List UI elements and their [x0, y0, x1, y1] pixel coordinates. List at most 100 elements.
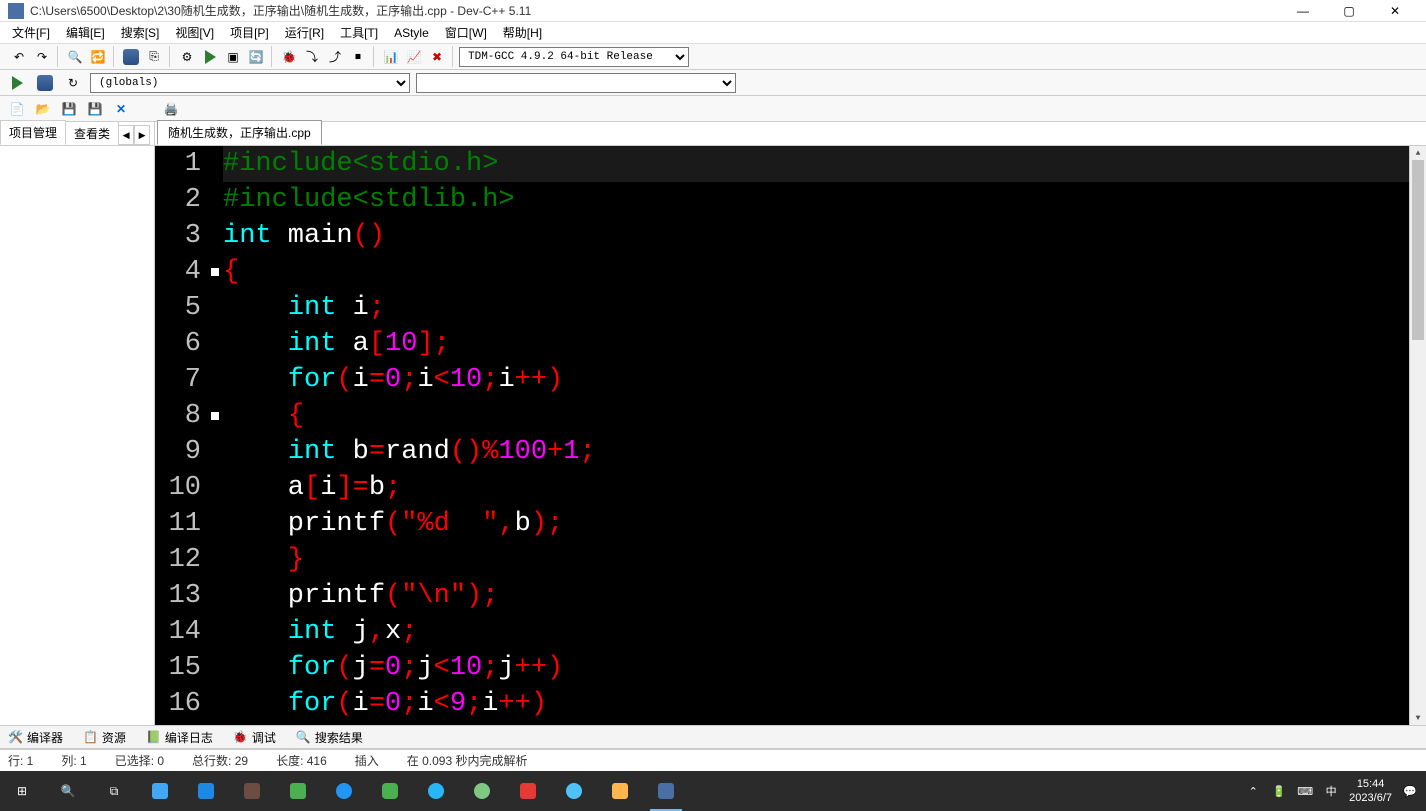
- bottom-tab-0[interactable]: 🛠️编译器: [4, 727, 67, 748]
- stop-debug-button[interactable]: ⏹: [347, 47, 369, 67]
- maximize-button[interactable]: ▢: [1326, 0, 1372, 22]
- minimize-button[interactable]: —: [1280, 0, 1326, 22]
- task-view-button[interactable]: ⧉: [92, 771, 136, 811]
- bottom-tab-icon: 🐞: [233, 730, 248, 744]
- bottom-tab-1[interactable]: 📋资源: [79, 727, 130, 748]
- bottom-tab-4[interactable]: 🔍搜索结果: [292, 727, 367, 748]
- profile-button[interactable]: 📊: [380, 47, 402, 67]
- save-button[interactable]: 💾: [58, 99, 80, 119]
- menu-9[interactable]: 帮助[H]: [495, 22, 550, 43]
- code-line-1[interactable]: #include<stdio.h>: [223, 146, 1426, 182]
- find-button[interactable]: 🔍: [64, 47, 86, 67]
- code-editor[interactable]: 12345678910111213141516 #include<stdio.h…: [155, 146, 1426, 725]
- tray-ime[interactable]: 中: [1323, 783, 1339, 799]
- scroll-down-icon[interactable]: ▼: [1410, 711, 1426, 725]
- bottom-tab-3[interactable]: 🐞调试: [229, 727, 280, 748]
- menu-2[interactable]: 搜索[S]: [113, 22, 168, 43]
- compile-run-button[interactable]: ▣: [222, 47, 244, 67]
- start-button[interactable]: ⊞: [0, 771, 44, 811]
- code-line-12[interactable]: }: [223, 542, 1426, 578]
- code-line-16[interactable]: for(i=0;i<9;i++): [223, 686, 1426, 722]
- scope-members-select[interactable]: [416, 73, 736, 93]
- taskbar-app-11[interactable]: [598, 771, 642, 811]
- tab-class-view[interactable]: 查看类: [65, 121, 119, 145]
- taskbar-app-7[interactable]: [414, 771, 458, 811]
- code-line-2[interactable]: #include<stdlib.h>: [223, 182, 1426, 218]
- print-button[interactable]: 🖨️: [160, 99, 182, 119]
- code-line-14[interactable]: int j,x;: [223, 614, 1426, 650]
- book-icon[interactable]: [34, 73, 56, 93]
- code-line-5[interactable]: int i;: [223, 290, 1426, 326]
- remove-button[interactable]: ✖: [426, 47, 448, 67]
- status-length: 长度: 416: [276, 752, 327, 769]
- refresh-icon[interactable]: ↻: [62, 73, 84, 93]
- fold-marker-icon[interactable]: [211, 412, 219, 420]
- compiler-select[interactable]: TDM-GCC 4.9.2 64-bit Release: [459, 47, 689, 67]
- code-line-4[interactable]: {: [223, 254, 1426, 290]
- menu-1[interactable]: 编辑[E]: [58, 22, 113, 43]
- bookmark-button[interactable]: [120, 47, 142, 67]
- run-icon[interactable]: [6, 73, 28, 93]
- taskbar-devcpp[interactable]: [644, 771, 688, 811]
- menu-6[interactable]: 工具[T]: [332, 22, 386, 43]
- taskbar-app-4[interactable]: [276, 771, 320, 811]
- tray-notifications-icon[interactable]: 💬: [1402, 783, 1418, 799]
- fold-marker-icon[interactable]: [211, 268, 219, 276]
- code-line-13[interactable]: printf("\n");: [223, 578, 1426, 614]
- code-line-15[interactable]: for(j=0;j<10;j++): [223, 650, 1426, 686]
- sidebar-nav-prev[interactable]: ◀: [118, 125, 134, 145]
- taskbar-app-8[interactable]: [460, 771, 504, 811]
- code-line-9[interactable]: int b=rand()%100+1;: [223, 434, 1426, 470]
- step-button[interactable]: ⤵: [301, 47, 323, 67]
- run-button[interactable]: [199, 47, 221, 67]
- tray-battery-icon[interactable]: 🔋: [1271, 783, 1287, 799]
- sidebar-nav-next[interactable]: ▶: [134, 125, 150, 145]
- step-over-button[interactable]: ⤴: [324, 47, 346, 67]
- code-body[interactable]: #include<stdio.h>#include<stdlib.h>int m…: [219, 146, 1426, 725]
- code-line-8[interactable]: {: [223, 398, 1426, 434]
- taskbar-app-5[interactable]: [322, 771, 366, 811]
- taskbar-app-1[interactable]: [138, 771, 182, 811]
- tray-chevron-icon[interactable]: ⌃: [1245, 783, 1261, 799]
- goto-button[interactable]: ⎘: [143, 47, 165, 67]
- menu-5[interactable]: 运行[R]: [277, 22, 332, 43]
- redo-button[interactable]: ↷: [31, 47, 53, 67]
- taskbar-app-9[interactable]: [506, 771, 550, 811]
- taskbar-app-10[interactable]: [552, 771, 596, 811]
- profile2-button[interactable]: 📈: [403, 47, 425, 67]
- editor-tab-file[interactable]: 随机生成数，正序输出.cpp: [157, 120, 322, 145]
- taskbar-app-3[interactable]: [230, 771, 274, 811]
- tab-project-manage[interactable]: 项目管理: [0, 120, 66, 145]
- undo-button[interactable]: ↶: [8, 47, 30, 67]
- close-button[interactable]: ✕: [1372, 0, 1418, 22]
- save-all-button[interactable]: 💾: [84, 99, 106, 119]
- menu-7[interactable]: AStyle: [386, 24, 437, 42]
- scroll-up-icon[interactable]: ▲: [1410, 146, 1426, 160]
- menu-0[interactable]: 文件[F]: [4, 22, 58, 43]
- editor-area: 随机生成数，正序输出.cpp 12345678910111213141516 #…: [155, 122, 1426, 725]
- search-button[interactable]: 🔍: [46, 771, 90, 811]
- code-line-10[interactable]: a[i]=b;: [223, 470, 1426, 506]
- scroll-thumb[interactable]: [1412, 160, 1424, 340]
- close-file-button[interactable]: ✕: [110, 99, 132, 119]
- tray-clock[interactable]: 15:44 2023/6/7: [1349, 777, 1392, 806]
- taskbar-app-2[interactable]: [184, 771, 228, 811]
- bottom-tab-2[interactable]: 📗编译日志: [142, 727, 217, 748]
- menu-3[interactable]: 视图[V]: [167, 22, 222, 43]
- code-line-3[interactable]: int main(): [223, 218, 1426, 254]
- scope-globals-select[interactable]: (globals): [90, 73, 410, 93]
- code-line-7[interactable]: for(i=0;i<10;i++): [223, 362, 1426, 398]
- new-file-button[interactable]: 📄: [6, 99, 28, 119]
- editor-scrollbar[interactable]: ▲ ▼: [1409, 146, 1426, 725]
- taskbar-app-6[interactable]: [368, 771, 412, 811]
- replace-button[interactable]: 🔁: [87, 47, 109, 67]
- menu-8[interactable]: 窗口[W]: [437, 22, 495, 43]
- code-line-11[interactable]: printf("%d ",b);: [223, 506, 1426, 542]
- tray-keyboard-icon[interactable]: ⌨: [1297, 783, 1313, 799]
- debug-button[interactable]: 🐞: [278, 47, 300, 67]
- rebuild-button[interactable]: 🔄: [245, 47, 267, 67]
- open-file-button[interactable]: 📂: [32, 99, 54, 119]
- code-line-6[interactable]: int a[10];: [223, 326, 1426, 362]
- compile-button[interactable]: ⚙: [176, 47, 198, 67]
- menu-4[interactable]: 项目[P]: [222, 22, 277, 43]
